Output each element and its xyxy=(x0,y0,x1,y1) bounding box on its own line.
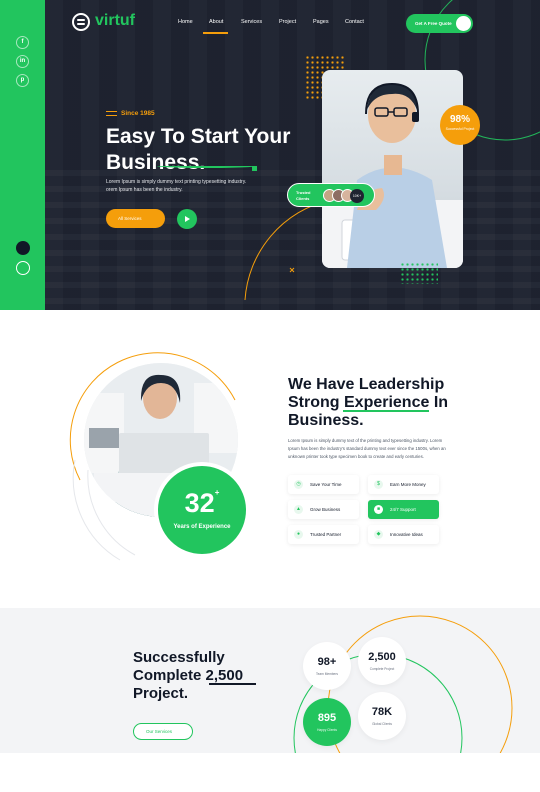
stat-complete-project: 2,500 Complete Project xyxy=(358,637,406,685)
nav-about[interactable]: About xyxy=(209,19,223,25)
linkedin-icon[interactable]: in xyxy=(16,55,29,68)
about-title: We Have Leadership Strong Experience In … xyxy=(288,376,449,429)
our-services-label: Our Services xyxy=(146,729,173,734)
slider-dot-active[interactable] xyxy=(16,241,30,255)
feature-trusted-partner[interactable]: ● Trusted Partner xyxy=(288,525,359,544)
feature-label: Earn More Money xyxy=(390,482,426,487)
trusted-clients-label: Trusted Clients xyxy=(296,190,311,201)
feature-save-time[interactable]: ◷ Save Your Time xyxy=(288,475,359,494)
hero-title-dot xyxy=(252,166,257,171)
nav-contact[interactable]: Contact xyxy=(345,19,364,25)
feature-label: Save Your Time xyxy=(310,482,342,487)
dot-pattern-green xyxy=(400,262,438,284)
stat-value: 98+ xyxy=(317,656,337,668)
pinterest-icon[interactable]: p xyxy=(16,74,29,87)
about-description: Lorem Ipsum is simply dummy text of the … xyxy=(288,438,446,459)
money-icon: $ xyxy=(374,480,383,489)
success-label: Successful Project xyxy=(445,127,475,131)
feature-earn-money[interactable]: $ Earn More Money xyxy=(368,475,439,494)
hero-section: f in p virtuf Home About Services Projec… xyxy=(0,0,540,310)
stat-team-members: 98+ Team Members xyxy=(303,642,351,690)
stat-label: Team Members xyxy=(316,672,338,676)
stat-happy-clients: 895 Happy Clients xyxy=(303,698,351,746)
free-quote-button[interactable]: Get A Free Quote xyxy=(406,14,473,33)
stat-label: Happy Clients xyxy=(317,728,337,732)
stats-title-underline xyxy=(209,681,256,685)
years-experience-badge: 32+ Years of Experience xyxy=(154,462,250,558)
nav-pages[interactable]: Pages xyxy=(313,19,329,25)
stat-value: 895 xyxy=(317,712,337,724)
nav-project[interactable]: Project xyxy=(279,19,296,25)
feature-label: Grow Business xyxy=(310,507,341,512)
stat-label: Complete Project xyxy=(369,667,395,671)
stat-value: 2,500 xyxy=(368,651,396,663)
stats-title: Successfully Complete 2,500 Project. xyxy=(133,649,244,702)
stat-value: 78K xyxy=(371,706,393,718)
feature-innovative-ideas[interactable]: ◆ Innovative Ideas xyxy=(368,525,439,544)
hero-title: Easy To Start Your Business. xyxy=(106,125,291,174)
free-quote-label: Get A Free Quote xyxy=(415,21,452,26)
nav-active-indicator xyxy=(203,32,228,34)
trusted-clients-count: 10K+ xyxy=(350,189,364,203)
feature-support[interactable]: ■ 24/7 Support xyxy=(368,500,439,519)
years-value: 32+ xyxy=(184,488,220,518)
our-services-button[interactable]: Our Services xyxy=(133,723,193,740)
clock-icon: ◷ xyxy=(294,480,303,489)
hero-title-underline xyxy=(157,164,257,168)
facebook-icon[interactable]: f xyxy=(16,36,29,49)
all-services-label: All Services xyxy=(118,216,142,221)
hero-description: Lorem Ipsum is simply dummy text printin… xyxy=(106,179,247,193)
logo-icon[interactable] xyxy=(72,13,90,31)
feature-label: 24/7 Support xyxy=(390,507,416,512)
chart-icon: ▲ xyxy=(294,505,303,514)
handshake-icon: ● xyxy=(294,530,303,539)
success-badge: 98% Successful Project xyxy=(440,105,480,145)
all-services-button[interactable]: All Services xyxy=(106,209,165,228)
bulb-icon: ◆ xyxy=(374,530,383,539)
feature-grow-business[interactable]: ▲ Grow Business xyxy=(288,500,359,519)
hero-photo xyxy=(322,70,463,268)
years-label: Years of Experience xyxy=(173,524,231,530)
logo-text[interactable]: virtuf xyxy=(95,12,135,30)
stat-global-clients: 78K Global Clients xyxy=(358,692,406,740)
support-icon: ■ xyxy=(374,505,383,514)
man-with-headset-illustration xyxy=(322,82,463,268)
about-title-underline xyxy=(343,408,429,412)
hero-tagline: Since 1985 xyxy=(121,110,155,117)
feature-label: Trusted Partner xyxy=(310,532,342,537)
play-video-button[interactable] xyxy=(177,209,197,229)
nav-services[interactable]: Services xyxy=(241,19,262,25)
feature-label: Innovative Ideas xyxy=(390,532,423,537)
stat-label: Global Clients xyxy=(372,722,392,726)
trusted-clients-badge: Trusted Clients 10K+ xyxy=(287,183,375,207)
nav-home[interactable]: Home xyxy=(178,19,193,25)
slider-dot[interactable] xyxy=(16,261,30,275)
arrow-icon xyxy=(456,16,471,31)
success-value: 98% xyxy=(449,114,470,125)
wave-icon xyxy=(106,111,117,116)
